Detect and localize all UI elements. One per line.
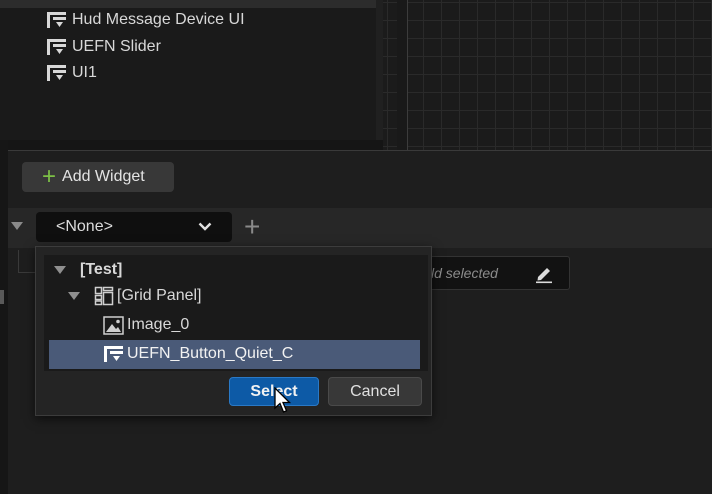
tree-item-hud-message-device-ui[interactable]: Hud Message Device UI	[46, 7, 245, 33]
tree-item-label: UEFN Slider	[72, 38, 161, 55]
field-selector[interactable]: ld selected	[420, 256, 570, 290]
user-widget-icon	[47, 65, 66, 81]
pencil-edit-icon[interactable]	[533, 262, 555, 284]
chevron-down-icon	[198, 222, 212, 231]
tree-item-label: UI1	[72, 64, 97, 81]
add-widget-button[interactable]: + Add Widget	[22, 162, 174, 192]
left-gutter	[0, 140, 8, 493]
designer-canvas[interactable]	[383, 0, 712, 150]
picker-item-uefn-button-quiet-c[interactable]: UEFN_Button_Quiet_C	[103, 340, 293, 368]
picker-item-grid-panel[interactable]: [Grid Panel]	[68, 282, 201, 310]
row-marker	[0, 290, 4, 304]
grid-major-line	[407, 0, 408, 150]
add-widget-label: Add Widget	[62, 168, 145, 185]
cancel-button[interactable]: Cancel	[328, 377, 422, 406]
picker-item-test[interactable]: [Test]	[54, 256, 122, 284]
expand-arrow-icon[interactable]	[54, 266, 66, 274]
expand-arrow-icon[interactable]	[68, 292, 80, 300]
mouse-cursor-icon	[274, 387, 292, 413]
user-widget-icon	[47, 39, 66, 55]
tree-connector-line	[18, 250, 19, 272]
scrollbar[interactable]	[376, 0, 383, 140]
picker-item-label: UEFN_Button_Quiet_C	[127, 345, 294, 362]
picker-item-image-0[interactable]: Image_0	[103, 311, 189, 339]
picker-item-label: Image_0	[127, 316, 190, 333]
field-placeholder: ld selected	[431, 265, 498, 281]
collapse-arrow-icon[interactable]	[11, 222, 23, 230]
tree-item-label: Hud Message Device UI	[72, 11, 245, 28]
combo-value: <None>	[56, 218, 113, 235]
add-binding-plus-icon[interactable]: +	[244, 213, 260, 241]
image-widget-icon	[103, 315, 124, 335]
tree-item-uefn-slider[interactable]: UEFN Slider	[46, 34, 161, 60]
plus-icon: +	[42, 163, 57, 190]
grid-panel-icon	[94, 286, 114, 306]
widget-hierarchy-panel: Hud Message Device UI UEFN Slider UI1	[0, 0, 383, 140]
binding-combo-box[interactable]: <None>	[36, 212, 232, 242]
picker-item-label: [Grid Panel]	[117, 287, 202, 304]
user-widget-icon	[104, 346, 123, 362]
user-widget-icon	[47, 12, 66, 28]
picker-item-label: [Test]	[80, 261, 123, 278]
cancel-button-label: Cancel	[350, 382, 400, 400]
tree-item-ui1[interactable]: UI1	[46, 60, 97, 86]
